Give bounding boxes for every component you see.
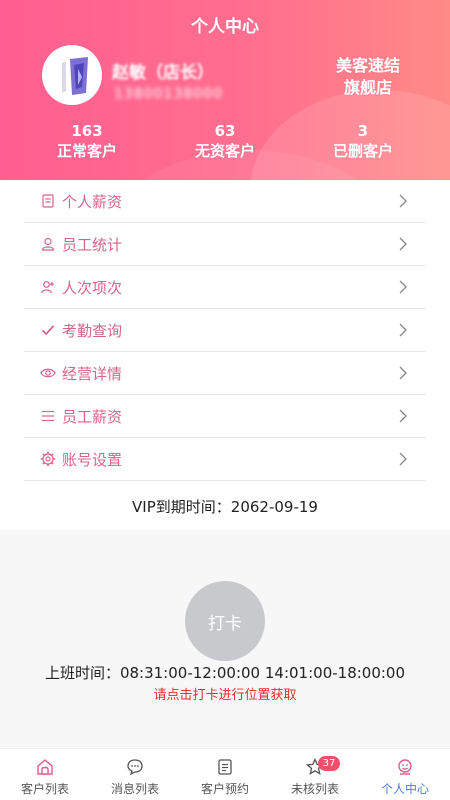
stat-deleted-customers[interactable]: 3 已删客户 (303, 122, 423, 162)
tab-label: 消息列表 (110, 782, 159, 796)
menu-item-business-details[interactable]: 经营详情 (24, 352, 426, 395)
punch-button[interactable]: 打卡 (185, 581, 265, 661)
stat-normal-customers[interactable]: 163 正常客户 (27, 122, 147, 162)
menu-item-label: 员工薪资 (62, 407, 123, 426)
store-name-line1: 美客速结 (335, 56, 400, 75)
menu-item-label: 经营详情 (62, 364, 123, 383)
stat-label: 无资客户 (194, 142, 255, 160)
calendar-icon (218, 759, 232, 775)
menu-item-label: 账号设置 (62, 450, 123, 469)
unverified-count-badge: 37 (318, 756, 340, 771)
chevron-right-icon (399, 409, 407, 423)
menu-list: 个人薪资 员工统计 人次项次 考勤查询 经营详情 员工薪资 账号设置 (24, 180, 426, 481)
stat-value: 3 (357, 122, 369, 140)
stat-label: 正常客户 (56, 142, 117, 160)
menu-item-label: 员工统计 (62, 235, 123, 254)
stat-unfunded-customers[interactable]: 63 无资客户 (165, 122, 285, 162)
menu-item-label: 人次项次 (62, 278, 123, 297)
work-time: 上班时间：08:31:00-12:00:00 14:01:00-18:00:00 (44, 664, 406, 682)
store-name: 美客速结 旗舰店 (328, 55, 408, 99)
stat-value: 63 (214, 122, 236, 140)
menu-item-staff-statistics[interactable]: 员工统计 (24, 223, 426, 266)
message-icon (127, 759, 143, 776)
eye-icon (40, 365, 56, 381)
vip-expiry: VIP到期时间：2062-09-19 (132, 498, 318, 516)
tab-label: 客户列表 (20, 782, 69, 796)
menu-item-account-settings[interactable]: 账号设置 (24, 438, 426, 481)
user-name: 赵敏（店长） (112, 63, 214, 83)
tab-personal-center[interactable]: 个人中心 (360, 749, 450, 800)
menu-item-label: 个人薪资 (62, 192, 123, 211)
tab-customer-list[interactable]: 客户列表 (0, 749, 90, 800)
profile-header: 个人中心 赵敏（店长） 13800138000 美客速结 旗舰店 163 正常客… (0, 0, 450, 180)
menu-item-visit-count[interactable]: 人次项次 (24, 266, 426, 309)
menu-item-attendance[interactable]: 考勤查询 (24, 309, 426, 352)
chevron-right-icon (399, 237, 407, 251)
tab-label: 客户预约 (200, 782, 249, 796)
home-icon (37, 759, 53, 775)
menu-item-staff-salary[interactable]: 员工薪资 (24, 395, 426, 438)
tab-customer-appointment[interactable]: 客户预约 (180, 749, 270, 800)
profile-icon (398, 759, 412, 775)
stat-label: 已删客户 (332, 142, 393, 160)
avatar[interactable] (42, 45, 102, 105)
document-icon (40, 193, 56, 209)
tab-message-list[interactable]: 消息列表 (90, 749, 180, 800)
location-hint: 请点击打卡进行位置获取 (153, 688, 297, 703)
page-title: 个人中心 (191, 17, 259, 37)
tab-label: 个人中心 (380, 782, 429, 796)
gear-icon (40, 451, 56, 467)
tab-unverified-list[interactable]: 37 未核列表 (270, 749, 360, 800)
store-name-line2: 旗舰店 (343, 78, 392, 97)
chevron-right-icon (399, 366, 407, 380)
chevron-right-icon (399, 452, 407, 466)
user-phone: 13800138000 (114, 86, 223, 102)
person-add-icon (40, 279, 56, 295)
chevron-right-icon (399, 280, 407, 294)
menu-item-label: 考勤查询 (62, 321, 123, 340)
chevron-right-icon (399, 323, 407, 337)
list-icon (40, 408, 56, 424)
avatar-image (44, 47, 100, 103)
chevron-right-icon (399, 194, 407, 208)
check-icon (40, 322, 56, 338)
stat-value: 163 (71, 122, 103, 140)
tab-label: 未核列表 (290, 782, 339, 796)
person-icon (40, 236, 56, 252)
menu-item-personal-salary[interactable]: 个人薪资 (24, 180, 426, 223)
tab-bar: 客户列表 消息列表 客户预约 37 未核列表 个人中心 (0, 748, 450, 800)
